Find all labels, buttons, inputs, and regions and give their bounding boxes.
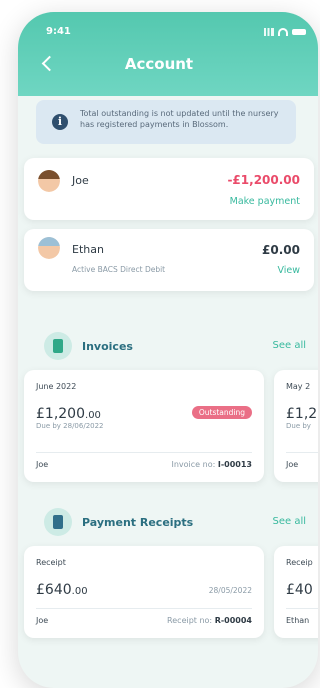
page-title: Account bbox=[124, 55, 194, 73]
invoice-card[interactable]: June 2022 £1,200.00 Due by 28/06/2022 Ou… bbox=[24, 370, 264, 482]
receipt-amount: £640.00 bbox=[36, 582, 88, 598]
battery-icon bbox=[292, 29, 306, 35]
section-title-invoices: Invoices bbox=[82, 340, 133, 353]
divider bbox=[36, 608, 252, 609]
invoice-number: Invoice no: I-00013 bbox=[171, 460, 253, 469]
see-all-invoices-link[interactable]: See all bbox=[272, 340, 306, 351]
receipt-label: Receipt bbox=[36, 558, 66, 567]
status-icons bbox=[264, 28, 306, 36]
receipt-label: Receip bbox=[286, 558, 313, 567]
receipt-icon bbox=[44, 508, 72, 536]
phone-frame: 9:41 Account i Total outstanding is not … bbox=[18, 12, 318, 688]
receipt-child: Joe bbox=[36, 616, 49, 625]
invoice-card[interactable]: May 2 £1,2 Due by Joe bbox=[274, 370, 318, 482]
child-card-ethan[interactable]: Ethan Active BACS Direct Debit £0.00 Vie… bbox=[24, 229, 314, 291]
notice-text: Total outstanding is not updated until t… bbox=[80, 109, 279, 129]
invoice-due-date: Due by 28/06/2022 bbox=[36, 422, 104, 430]
signal-icon bbox=[264, 28, 274, 36]
payment-method: Active BACS Direct Debit bbox=[72, 265, 166, 274]
view-link[interactable]: View bbox=[277, 265, 300, 276]
invoice-amount: £1,2 bbox=[286, 406, 318, 422]
status-time: 9:41 bbox=[46, 26, 71, 37]
child-balance: £0.00 bbox=[262, 243, 300, 257]
invoice-month: June 2022 bbox=[36, 382, 77, 391]
invoice-amount: £1,200.00 bbox=[36, 406, 101, 422]
see-all-receipts-link[interactable]: See all bbox=[272, 516, 306, 527]
receipt-card[interactable]: Receipt £640.00 28/05/2022 Joe Receipt n… bbox=[24, 546, 264, 638]
wifi-icon bbox=[278, 28, 288, 36]
avatar bbox=[38, 170, 60, 192]
child-card-joe[interactable]: Joe -£1,200.00 Make payment bbox=[24, 158, 314, 220]
receipt-child: Ethan bbox=[286, 616, 310, 625]
avatar bbox=[38, 237, 60, 259]
child-name: Joe bbox=[72, 174, 89, 187]
receipt-date: 28/05/2022 bbox=[208, 586, 252, 595]
divider bbox=[286, 608, 318, 609]
receipt-number: Receipt no: R-00004 bbox=[167, 616, 252, 625]
divider bbox=[286, 452, 318, 453]
child-name: Ethan bbox=[72, 243, 104, 256]
receipt-card[interactable]: Receip £40 Ethan bbox=[274, 546, 318, 638]
divider bbox=[36, 452, 252, 453]
status-badge: Outstanding bbox=[191, 406, 252, 419]
invoice-child: Joe bbox=[286, 460, 299, 469]
section-title-receipts: Payment Receipts bbox=[82, 516, 194, 529]
invoice-icon bbox=[44, 332, 72, 360]
info-icon: i bbox=[52, 114, 68, 130]
child-balance: -£1,200.00 bbox=[227, 173, 300, 187]
receipt-amount: £40 bbox=[286, 582, 313, 598]
invoice-child: Joe bbox=[36, 460, 49, 469]
invoice-month: May 2 bbox=[286, 382, 311, 391]
make-payment-link[interactable]: Make payment bbox=[230, 196, 300, 207]
invoice-due-date: Due by bbox=[286, 422, 311, 430]
info-notice: i Total outstanding is not updated until… bbox=[36, 100, 296, 144]
app-header: 9:41 Account bbox=[18, 12, 318, 96]
